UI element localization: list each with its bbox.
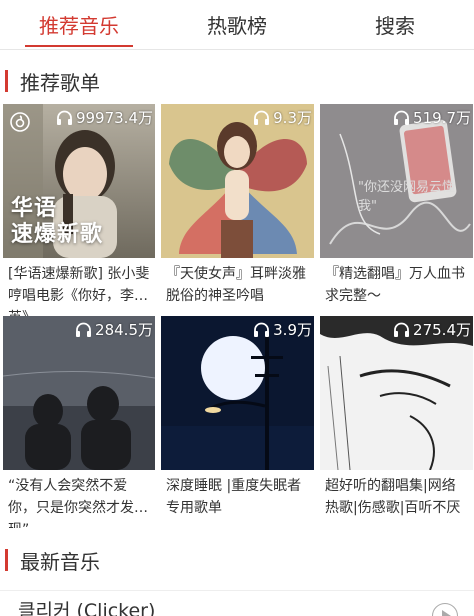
play-count-value: 519.7万 — [413, 109, 471, 127]
headphones-icon — [394, 322, 410, 337]
play-count: 284.5万 — [75, 319, 153, 340]
song-row[interactable]: 클리커 (Clicker) — [0, 590, 474, 616]
headphones-icon — [56, 110, 72, 125]
headphones-icon — [254, 322, 270, 337]
playlist-cover: 9.3万 — [161, 104, 314, 258]
song-title: 클리커 (Clicker) — [18, 600, 156, 616]
playlist-title: 超好听的翻唱集|网络热歌|伤感歌|百听不厌 — [325, 478, 461, 516]
play-icon[interactable] — [432, 603, 458, 616]
section-newest-title: 最新音乐 — [20, 549, 100, 574]
netease-logo-icon — [10, 112, 30, 132]
headphones-icon — [76, 322, 92, 337]
play-count-value: 284.5万 — [95, 321, 153, 339]
section-newest-header: 最新音乐 — [0, 547, 100, 574]
play-count-value: 99973.4万 — [75, 109, 153, 127]
play-count-value: 9.3万 — [273, 109, 312, 127]
playlist-card[interactable]: 275.4万 超好听的翻唱集|网络热歌|伤感歌|百听不厌 — [320, 316, 473, 528]
tab-hot-chart[interactable]: 热歌榜 — [158, 0, 316, 49]
play-count: 519.7万 — [393, 107, 471, 128]
play-count: 3.9万 — [253, 319, 312, 340]
play-count: 275.4万 — [393, 319, 471, 340]
playlist-cover: 3.9万 — [161, 316, 314, 470]
playlist-card[interactable]: 284.5万 “没有人会突然不爱你，只是你突然才发现” — [3, 316, 155, 528]
playlist-title: [华语速爆新歌] 张小斐哼唱电影《你好，李焕英》 — [8, 266, 150, 316]
section-accent-bar — [5, 549, 8, 571]
headphones-icon — [394, 110, 410, 125]
playlist-cover: 99973.4万 华语 速爆新歌 — [3, 104, 155, 258]
playlist-title: 深度睡眠 |重度失眠者专用歌单 — [166, 478, 302, 516]
play-count: 99973.4万 — [56, 107, 153, 128]
playlist-cover: 284.5万 — [3, 316, 155, 470]
playlist-title: 『天使女声』耳畔淡雅脱俗的神圣吟唱 — [166, 266, 306, 304]
playlist-title: “没有人会突然不爱你，只是你突然才发现” — [8, 478, 134, 528]
tab-bar: 推荐音乐 热歌榜 搜索 — [0, 0, 474, 50]
section-recommended-title: 推荐歌单 — [20, 70, 100, 95]
headphones-icon — [254, 110, 270, 125]
tab-search[interactable]: 搜索 — [316, 0, 474, 49]
playlist-card[interactable]: 99973.4万 华语 速爆新歌 [华语速爆新歌] 张小斐哼唱电影《你好，李焕英… — [3, 104, 155, 316]
playlist-cover: 275.4万 — [320, 316, 473, 470]
section-accent-bar — [5, 70, 8, 92]
playlist-cover: 519.7万 "你还没网易云懂我" — [320, 104, 473, 258]
playlist-card[interactable]: 519.7万 "你还没网易云懂我" 『精选翻唱』万人血书求完整～ — [320, 104, 473, 316]
play-count-value: 3.9万 — [273, 321, 312, 339]
playlist-title: 『精选翻唱』万人血书求完整～ — [325, 266, 465, 304]
page: 推荐音乐 热歌榜 搜索 推荐歌单 99973.4万 华语 速爆新歌 [华语速爆新… — [0, 0, 474, 616]
cover-text: 华语 速爆新歌 — [11, 196, 104, 247]
play-count: 9.3万 — [253, 107, 312, 128]
playlist-card[interactable]: 9.3万 『天使女声』耳畔淡雅脱俗的神圣吟唱 — [161, 104, 314, 316]
playlist-card[interactable]: 3.9万 深度睡眠 |重度失眠者专用歌单 — [161, 316, 314, 528]
play-count-value: 275.4万 — [413, 321, 471, 339]
tab-recommend[interactable]: 推荐音乐 — [0, 0, 158, 49]
cover-text: "你还没网易云懂我" — [358, 180, 455, 214]
playlist-grid: 99973.4万 华语 速爆新歌 [华语速爆新歌] 张小斐哼唱电影《你好，李焕英… — [3, 104, 473, 528]
section-recommended-header: 推荐歌单 — [0, 68, 100, 95]
